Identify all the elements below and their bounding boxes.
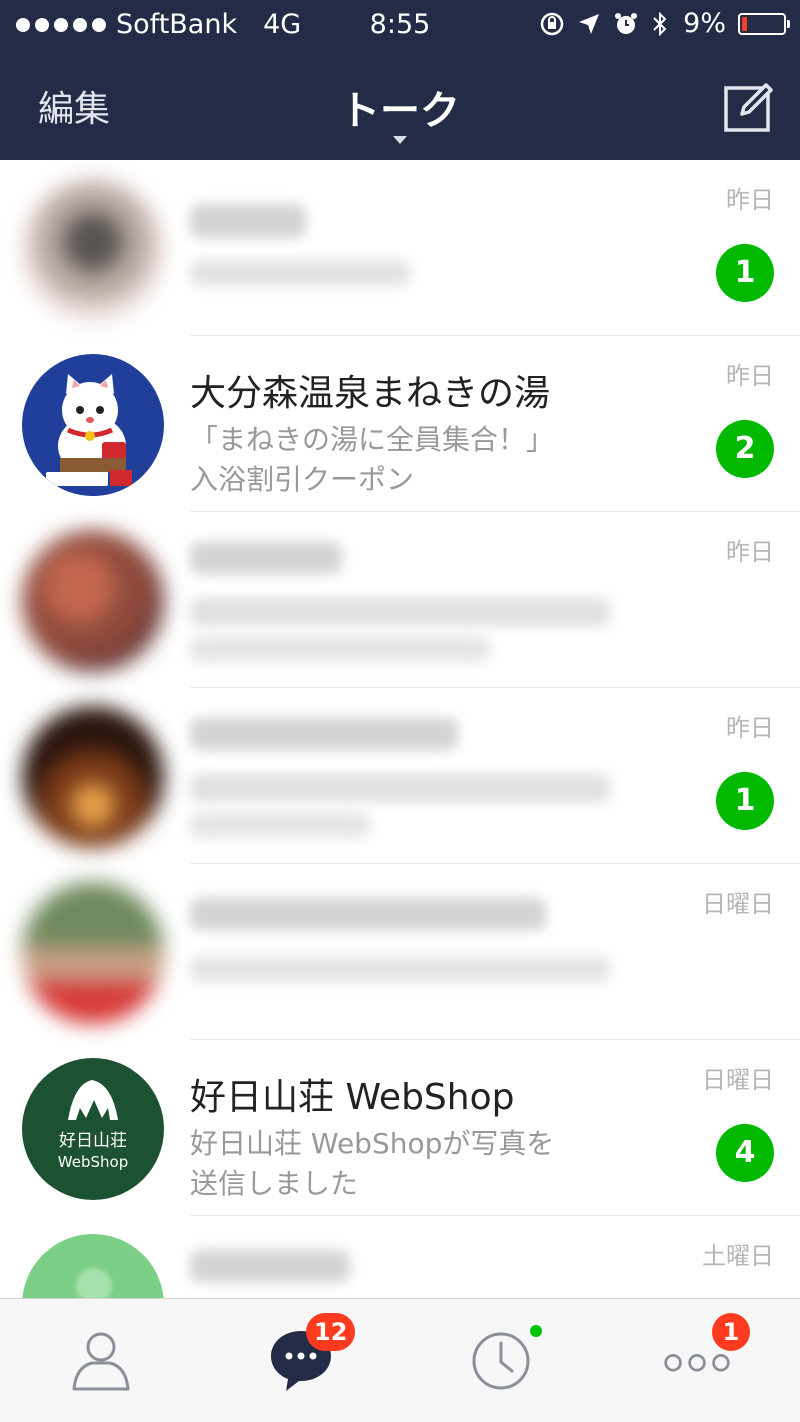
battery-icon	[738, 12, 790, 35]
chat-date: 昨日	[726, 362, 774, 390]
blurred-message-preview	[190, 956, 610, 982]
blurred-contact-name	[190, 542, 342, 574]
chats-unread-badge: 12	[306, 1313, 356, 1351]
avatar	[22, 1234, 164, 1298]
chat-date: 昨日	[726, 538, 774, 566]
blurred-message-preview	[190, 636, 490, 662]
chat-date: 昨日	[726, 186, 774, 214]
maneki-neko-logo-icon	[22, 374, 164, 496]
blurred-message-preview	[190, 260, 410, 286]
status-bar: SoftBank 4G 8:55 9%	[0, 0, 800, 52]
chat-row[interactable]: 昨日 1	[0, 688, 800, 864]
mountain-logo-icon: 好日山荘 WebShop	[58, 1080, 128, 1171]
header: SoftBank 4G 8:55 9% 編集 トーク	[0, 0, 800, 160]
blurred-message-preview	[190, 812, 370, 838]
more-badge: 1	[712, 1313, 750, 1351]
blurred-contact-name	[190, 1250, 350, 1282]
chat-row[interactable]: 大分森温泉まねきの湯 「まねきの湯に全員集合！」 入浴割引クーポン 昨日 2	[0, 336, 800, 512]
logo-text: WebShop	[58, 1153, 128, 1171]
friends-tab-icon[interactable]	[66, 1325, 136, 1395]
blurred-message-preview	[190, 598, 610, 626]
chat-row[interactable]: 昨日 1	[0, 160, 800, 336]
blurred-contact-name	[190, 718, 458, 750]
page-title[interactable]: トーク	[0, 78, 800, 136]
avatar	[22, 354, 164, 496]
message-preview: 好日山荘 WebShopが写真を 送信しました	[190, 1127, 555, 1200]
chat-name: 好日山荘 WebShop	[190, 1077, 515, 1118]
unread-badge: 1	[716, 772, 774, 830]
logo-text: 好日山荘	[59, 1131, 127, 1151]
message-preview: 「まねきの湯に全員集合！」 入浴割引クーポン	[190, 423, 555, 496]
avatar	[22, 706, 164, 848]
chat-date: 日曜日	[702, 1066, 774, 1094]
chat-date: 土曜日	[702, 1242, 774, 1270]
compose-icon[interactable]	[722, 80, 776, 134]
location-arrow-icon	[579, 13, 600, 34]
avatar	[22, 178, 164, 320]
blurred-message-preview	[190, 774, 610, 802]
battery-percent: 9%	[683, 8, 726, 39]
chat-date: 日曜日	[702, 890, 774, 918]
bluetooth-icon	[653, 11, 667, 36]
chat-list[interactable]: 昨日 1 大分森温泉まねきの湯 「まねきの湯に全員集合！」 入浴割引クーポン 昨…	[0, 160, 800, 1298]
chevron-down-icon[interactable]	[393, 136, 407, 144]
unread-badge: 1	[716, 244, 774, 302]
chat-row[interactable]: 好日山荘 WebShop 好日山荘 WebShop 好日山荘 WebShopが写…	[0, 1040, 800, 1216]
timeline-new-dot	[530, 1325, 542, 1337]
tab-bar: 12 1	[0, 1298, 800, 1422]
unread-badge: 2	[716, 420, 774, 478]
rotation-lock-icon	[540, 12, 564, 35]
chat-row[interactable]: 昨日	[0, 512, 800, 688]
timeline-tab-icon[interactable]	[466, 1325, 536, 1395]
blurred-contact-name	[190, 204, 306, 238]
blurred-contact-name	[190, 898, 546, 930]
avatar: 好日山荘 WebShop	[22, 1058, 164, 1200]
chat-row[interactable]: 土曜日	[0, 1216, 800, 1298]
alarm-clock-icon	[615, 12, 638, 34]
avatar	[22, 530, 164, 672]
avatar	[22, 882, 164, 1024]
chat-name: 大分森温泉まねきの湯	[190, 373, 551, 414]
chat-row[interactable]: 日曜日	[0, 864, 800, 1040]
unread-badge: 4	[716, 1124, 774, 1182]
chat-date: 昨日	[726, 714, 774, 742]
